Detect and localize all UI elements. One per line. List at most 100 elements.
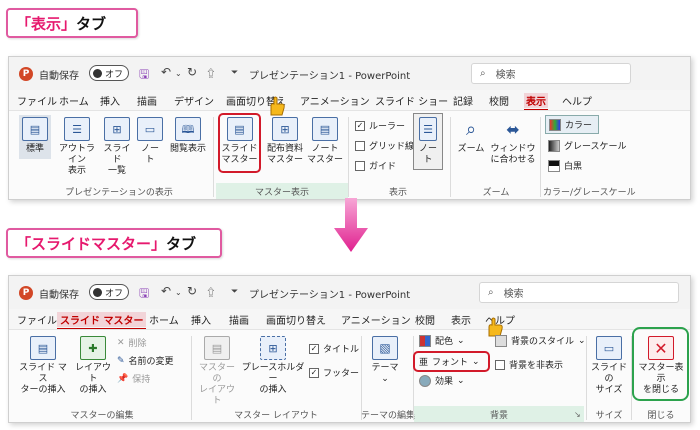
effects-dropdown[interactable]: 効果 ⌄ xyxy=(419,374,465,387)
separator xyxy=(213,117,214,197)
start-from-beginning-icon[interactable]: ⮸ xyxy=(207,65,215,86)
save-icon[interactable]: 🖫 xyxy=(139,65,149,86)
fonts-dropdown[interactable]: 亜フォント ⌄ xyxy=(413,351,490,372)
search-icon: ⌕ xyxy=(480,68,486,79)
separator xyxy=(191,336,192,420)
zoom-icon: ⌕ xyxy=(465,118,477,140)
slide-sorter-button[interactable]: ⊞ スライド 一覧 xyxy=(101,117,133,177)
delete-icon: ✕ xyxy=(117,337,125,348)
ribbon-tabs: ファイル ホーム 挿入 描画 デザイン 画面切り替え アニメーション スライド … xyxy=(9,90,690,111)
tab-review[interactable]: 校閲 xyxy=(415,312,435,327)
undo-dropdown-icon[interactable]: ⌄ xyxy=(175,288,182,297)
powerpoint-window-view: P 自動保存 オフ 🖫 ↶ ⌄ ↻ ⮸ ⏷ プレゼンテーション1 - Power… xyxy=(8,56,691,200)
handout-master-button[interactable]: ⊞ 配布資料 マスター xyxy=(265,117,305,166)
tab-design[interactable]: デザイン xyxy=(174,93,214,108)
themes-button[interactable]: ▧ テーマ ⌄ xyxy=(367,336,403,385)
tab-home[interactable]: ホーム xyxy=(149,312,179,327)
zoom-button[interactable]: ⌕ ズーム xyxy=(455,117,487,155)
document-title: プレゼンテーション1 - PowerPoint xyxy=(249,290,411,301)
ribbon-view: ▤ 標準 ☰ アウトライン 表示 ⊞ スライド 一覧 ▭ ノー ト 🕮 閲覧表示… xyxy=(9,96,690,199)
preserve-icon: 📌 xyxy=(117,373,129,384)
group-label-edit-theme: テーマの編集 xyxy=(361,411,416,421)
black-white-button[interactable]: 白黒 xyxy=(548,159,582,172)
notes-pane-icon: ☰ xyxy=(419,117,437,141)
fit-to-window-button[interactable]: ⬌ ウィンドウ に合わせる xyxy=(490,117,536,166)
tab-view[interactable]: 表示 xyxy=(524,93,548,111)
tab-record[interactable]: 記録 xyxy=(453,93,473,108)
notes-page-icon: ▭ xyxy=(137,117,163,141)
themes-icon: ▧ xyxy=(372,336,398,360)
gridlines-checkbox[interactable]: グリッド線 xyxy=(355,139,414,152)
insert-layout-button[interactable]: ✚ レイアウト の挿入 xyxy=(71,336,115,396)
checkbox xyxy=(355,140,365,151)
chevron-down-icon: ⌄ xyxy=(457,375,465,386)
tab-help[interactable]: ヘルプ xyxy=(562,93,592,108)
redo-icon[interactable]: ↻ xyxy=(187,284,197,298)
tab-animations[interactable]: アニメーション xyxy=(300,93,370,108)
close-icon: ✕ xyxy=(648,336,674,360)
notes-pane-button[interactable]: ☰ ノー ト xyxy=(413,113,443,170)
notes-master-button[interactable]: ▤ ノート マスター xyxy=(307,117,343,166)
footers-checkbox[interactable]: ✓ フッター xyxy=(309,366,359,379)
insert-placeholder-button[interactable]: ⊞ プレースホルダー の挿入 xyxy=(241,336,305,396)
guides-checkbox[interactable]: ガイド xyxy=(355,159,396,172)
chevron-down-icon: ⌄ xyxy=(457,335,465,346)
close-master-view-button[interactable]: ✕ マスター表示 を閉じる xyxy=(635,336,687,396)
tab-insert[interactable]: 挿入 xyxy=(100,93,120,108)
tab-home[interactable]: ホーム xyxy=(59,93,89,108)
title-checkbox[interactable]: ✓ タイトル xyxy=(309,342,359,355)
search-box[interactable]: ⌕ 検索 xyxy=(479,282,679,303)
dialog-launcher-icon[interactable]: ↘ xyxy=(574,410,581,419)
tab-insert[interactable]: 挿入 xyxy=(191,312,211,327)
group-label-master-layout: マスター レイアウト xyxy=(234,411,318,421)
tab-review[interactable]: 校閲 xyxy=(489,93,509,108)
master-layout-button[interactable]: ▤ マスターの レイアウト xyxy=(195,336,239,407)
redo-icon[interactable]: ↻ xyxy=(187,65,197,79)
color-button[interactable]: カラー xyxy=(545,115,600,134)
outline-view-button[interactable]: ☰ アウトライン 表示 xyxy=(57,117,97,177)
start-from-beginning-icon[interactable]: ⮸ xyxy=(207,284,215,305)
tab-file[interactable]: ファイル xyxy=(17,312,57,327)
insert-slide-master-button[interactable]: ▤ スライド マス ターの挿入 xyxy=(17,336,69,396)
slide-master-button[interactable]: ▤ スライド マスター xyxy=(218,113,261,173)
master-layout-icon: ▤ xyxy=(204,336,230,360)
undo-dropdown-icon[interactable]: ⌄ xyxy=(175,69,182,78)
checkbox xyxy=(355,160,365,171)
search-box[interactable]: ⌕ 検索 xyxy=(471,63,631,84)
delete-button[interactable]: ✕ 削除 xyxy=(117,336,147,350)
rename-button[interactable]: ✎ 名前の変更 xyxy=(117,354,174,368)
tab-draw[interactable]: 描画 xyxy=(229,312,249,327)
separator xyxy=(348,117,349,197)
grayscale-button[interactable]: グレースケール xyxy=(548,139,627,152)
normal-view-button[interactable]: ▤ 標準 xyxy=(19,115,51,159)
slide-size-button[interactable]: ▭ スライドの サイズ xyxy=(587,336,631,396)
reading-view-button[interactable]: 🕮 閲覧表示 xyxy=(167,117,209,155)
document-title: プレゼンテーション1 - PowerPoint xyxy=(249,71,411,82)
tab-file[interactable]: ファイル xyxy=(17,93,57,108)
grayscale-icon xyxy=(548,139,560,152)
notes-page-button[interactable]: ▭ ノー ト xyxy=(137,117,163,166)
hide-background-checkbox[interactable]: 背景を非表示 xyxy=(495,358,563,371)
tab-slideshow[interactable]: スライド ショー xyxy=(375,93,448,108)
customize-qat-icon[interactable]: ⏷ xyxy=(231,287,238,297)
background-styles-icon xyxy=(495,334,507,347)
notes-master-icon: ▤ xyxy=(312,117,338,141)
autosave-toggle[interactable]: オフ xyxy=(89,284,129,300)
title-bar: P 自動保存 オフ 🖫 ↶ ⌄ ↻ ⮸ ⏷ プレゼンテーション1 - Power… xyxy=(9,276,690,309)
autosave-toggle[interactable]: オフ xyxy=(89,65,129,81)
tab-transitions[interactable]: 画面切り替え xyxy=(266,312,326,327)
tab-view[interactable]: 表示 xyxy=(451,312,471,327)
tab-slide-master[interactable]: スライド マスター xyxy=(57,312,147,330)
ruler-checkbox[interactable]: ✓ ルーラー xyxy=(355,119,405,132)
background-styles-dropdown[interactable]: 背景のスタイル ⌄ xyxy=(495,334,586,347)
undo-icon[interactable]: ↶ xyxy=(161,284,171,298)
colors-dropdown[interactable]: 配色 ⌄ xyxy=(419,334,465,347)
separator xyxy=(540,117,541,197)
tab-draw[interactable]: 描画 xyxy=(137,93,157,108)
undo-icon[interactable]: ↶ xyxy=(161,65,171,79)
customize-qat-icon[interactable]: ⏷ xyxy=(231,68,238,78)
tab-animations[interactable]: アニメーション xyxy=(341,312,411,327)
save-icon[interactable]: 🖫 xyxy=(139,284,149,305)
group-label-color-grayscale: カラー/グレースケール xyxy=(543,188,636,198)
preserve-button[interactable]: 📌 保持 xyxy=(117,372,150,386)
